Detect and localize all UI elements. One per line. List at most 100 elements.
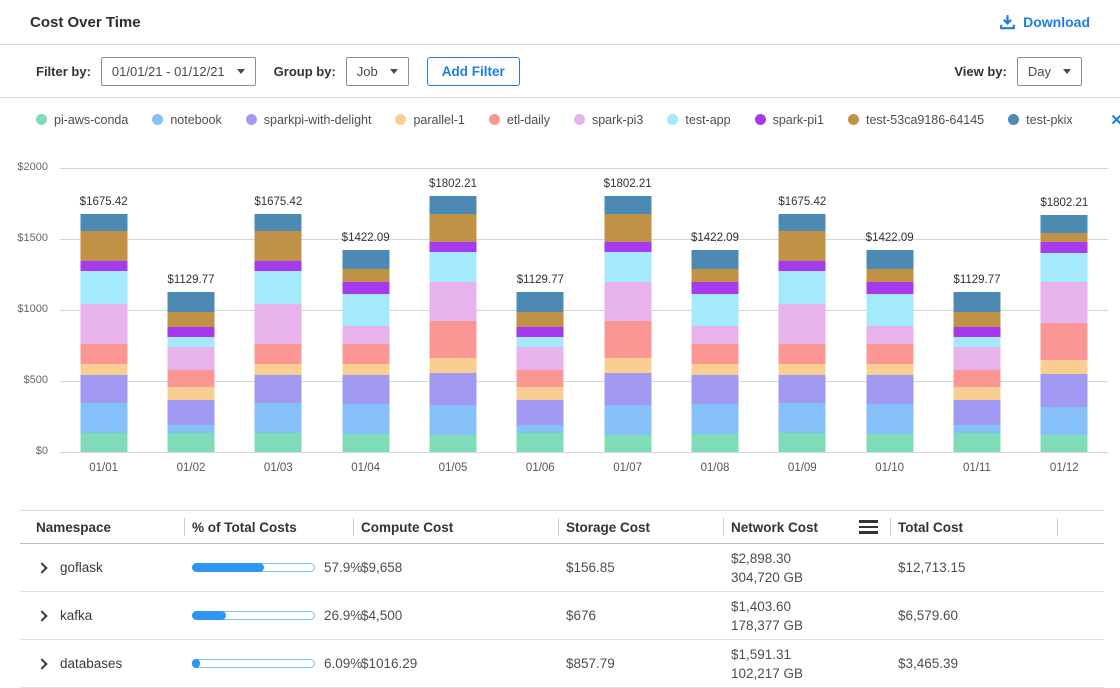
- bar-segment-parallel-1[interactable]: [255, 364, 302, 375]
- bar-segment-parallel-1[interactable]: [779, 364, 826, 375]
- bar-segment-test-app[interactable]: [255, 271, 302, 304]
- bar-01/06[interactable]: [517, 292, 564, 452]
- expand-chevron-icon[interactable]: [36, 562, 47, 573]
- bar-segment-pi-aws-conda[interactable]: [604, 435, 651, 452]
- bar-segment-spark-pi1[interactable]: [691, 282, 738, 294]
- bar-segment-spark-pi1[interactable]: [604, 242, 651, 252]
- date-range-select[interactable]: 01/01/21 - 01/12/21: [101, 57, 256, 86]
- bar-segment-pi-aws-conda[interactable]: [779, 433, 826, 452]
- bar-segment-pi-aws-conda[interactable]: [429, 435, 476, 452]
- bar-segment-test-53ca9186-64145[interactable]: [517, 312, 564, 327]
- table-row-databases[interactable]: databases6.09%$1016.29$857.79$1,591.3110…: [20, 640, 1104, 688]
- bar-segment-test-pkix[interactable]: [604, 196, 651, 214]
- add-filter-button[interactable]: Add Filter: [427, 57, 520, 86]
- legend-item-test-pkix[interactable]: test-pkix: [1008, 113, 1073, 127]
- bar-segment-test-app[interactable]: [691, 294, 738, 326]
- bar-segment-test-53ca9186-64145[interactable]: [604, 214, 651, 241]
- expand-chevron-icon[interactable]: [36, 610, 47, 621]
- bar-segment-sparkpi-with-delight[interactable]: [866, 375, 913, 403]
- bar-segment-test-app[interactable]: [953, 337, 1000, 348]
- bar-segment-test-app[interactable]: [779, 271, 826, 304]
- bar-segment-etl-daily[interactable]: [255, 344, 302, 364]
- bar-segment-test-53ca9186-64145[interactable]: [255, 231, 302, 260]
- download-button[interactable]: Download: [999, 14, 1090, 30]
- bar-01/03[interactable]: [255, 214, 302, 452]
- bar-segment-pi-aws-conda[interactable]: [953, 433, 1000, 452]
- bar-segment-spark-pi1[interactable]: [429, 242, 476, 252]
- bar-segment-test-pkix[interactable]: [429, 196, 476, 214]
- bar-01/07[interactable]: [604, 196, 651, 452]
- bar-segment-etl-daily[interactable]: [866, 344, 913, 364]
- expand-chevron-icon[interactable]: [36, 658, 47, 669]
- bar-segment-test-pkix[interactable]: [80, 214, 127, 231]
- bar-segment-test-53ca9186-64145[interactable]: [779, 231, 826, 260]
- table-row-kafka[interactable]: kafka26.9%$4,500$676$1,403.60178,377 GB$…: [20, 592, 1104, 640]
- bar-segment-test-53ca9186-64145[interactable]: [429, 214, 476, 241]
- bar-segment-parallel-1[interactable]: [1041, 360, 1088, 373]
- deselect-all-button[interactable]: Deselect All: [1111, 112, 1120, 127]
- bar-segment-parallel-1[interactable]: [691, 364, 738, 375]
- bar-segment-sparkpi-with-delight[interactable]: [80, 375, 127, 403]
- bar-segment-test-app[interactable]: [866, 294, 913, 326]
- bar-segment-test-pkix[interactable]: [953, 292, 1000, 312]
- bar-segment-notebook[interactable]: [691, 404, 738, 434]
- bar-segment-sparkpi-with-delight[interactable]: [517, 400, 564, 425]
- bar-segment-etl-daily[interactable]: [342, 344, 389, 364]
- bar-segment-test-pkix[interactable]: [691, 250, 738, 269]
- bar-01/10[interactable]: [866, 250, 913, 452]
- bar-segment-spark-pi3[interactable]: [80, 304, 127, 344]
- bar-segment-test-pkix[interactable]: [1041, 215, 1088, 233]
- bar-segment-sparkpi-with-delight[interactable]: [953, 400, 1000, 425]
- legend-item-spark-pi1[interactable]: spark-pi1: [755, 113, 824, 127]
- bar-segment-pi-aws-conda[interactable]: [1041, 435, 1088, 452]
- table-menu-icon[interactable]: [859, 517, 878, 537]
- bar-segment-spark-pi1[interactable]: [517, 327, 564, 337]
- bar-segment-test-53ca9186-64145[interactable]: [1041, 233, 1088, 242]
- legend-item-parallel-1[interactable]: parallel-1: [395, 113, 464, 127]
- bar-segment-spark-pi1[interactable]: [342, 282, 389, 294]
- bar-01/01[interactable]: [80, 214, 127, 452]
- bar-segment-spark-pi1[interactable]: [953, 327, 1000, 337]
- view-by-select[interactable]: Day: [1017, 57, 1082, 86]
- bar-segment-etl-daily[interactable]: [604, 321, 651, 358]
- bar-segment-notebook[interactable]: [167, 425, 214, 434]
- bar-segment-test-pkix[interactable]: [342, 250, 389, 269]
- bar-segment-notebook[interactable]: [866, 404, 913, 434]
- bar-segment-parallel-1[interactable]: [953, 387, 1000, 400]
- bar-segment-pi-aws-conda[interactable]: [167, 433, 214, 452]
- bar-segment-pi-aws-conda[interactable]: [517, 433, 564, 452]
- bar-segment-notebook[interactable]: [342, 404, 389, 434]
- bar-segment-spark-pi1[interactable]: [167, 327, 214, 337]
- legend-item-spark-pi3[interactable]: spark-pi3: [574, 113, 643, 127]
- bar-segment-parallel-1[interactable]: [866, 364, 913, 375]
- bar-segment-test-app[interactable]: [429, 252, 476, 283]
- bar-segment-test-53ca9186-64145[interactable]: [167, 312, 214, 327]
- bar-segment-test-app[interactable]: [80, 271, 127, 304]
- bar-segment-notebook[interactable]: [517, 425, 564, 434]
- bar-segment-etl-daily[interactable]: [167, 370, 214, 387]
- legend-item-test-app[interactable]: test-app: [667, 113, 730, 127]
- bar-segment-pi-aws-conda[interactable]: [80, 433, 127, 452]
- bar-segment-spark-pi3[interactable]: [953, 347, 1000, 369]
- bar-segment-sparkpi-with-delight[interactable]: [255, 375, 302, 403]
- bar-segment-test-app[interactable]: [342, 294, 389, 326]
- bar-segment-notebook[interactable]: [953, 425, 1000, 434]
- bar-segment-etl-daily[interactable]: [1041, 323, 1088, 360]
- bar-segment-etl-daily[interactable]: [517, 370, 564, 387]
- table-row-goflask[interactable]: goflask57.9%$9,658$156.85$2,898.30304,72…: [20, 544, 1104, 592]
- bar-segment-pi-aws-conda[interactable]: [342, 434, 389, 452]
- bar-segment-spark-pi1[interactable]: [255, 261, 302, 271]
- bar-segment-etl-daily[interactable]: [691, 344, 738, 364]
- bar-segment-pi-aws-conda[interactable]: [255, 433, 302, 452]
- bar-segment-spark-pi1[interactable]: [866, 282, 913, 294]
- bar-segment-spark-pi3[interactable]: [866, 326, 913, 345]
- bar-segment-test-app[interactable]: [517, 337, 564, 348]
- bar-01/04[interactable]: [342, 250, 389, 452]
- bar-segment-spark-pi1[interactable]: [1041, 242, 1088, 252]
- bar-segment-test-53ca9186-64145[interactable]: [691, 269, 738, 282]
- bar-segment-test-53ca9186-64145[interactable]: [342, 269, 389, 282]
- bar-01/05[interactable]: [429, 196, 476, 452]
- bar-segment-test-53ca9186-64145[interactable]: [80, 231, 127, 260]
- bar-segment-notebook[interactable]: [255, 403, 302, 433]
- bar-segment-sparkpi-with-delight[interactable]: [1041, 374, 1088, 407]
